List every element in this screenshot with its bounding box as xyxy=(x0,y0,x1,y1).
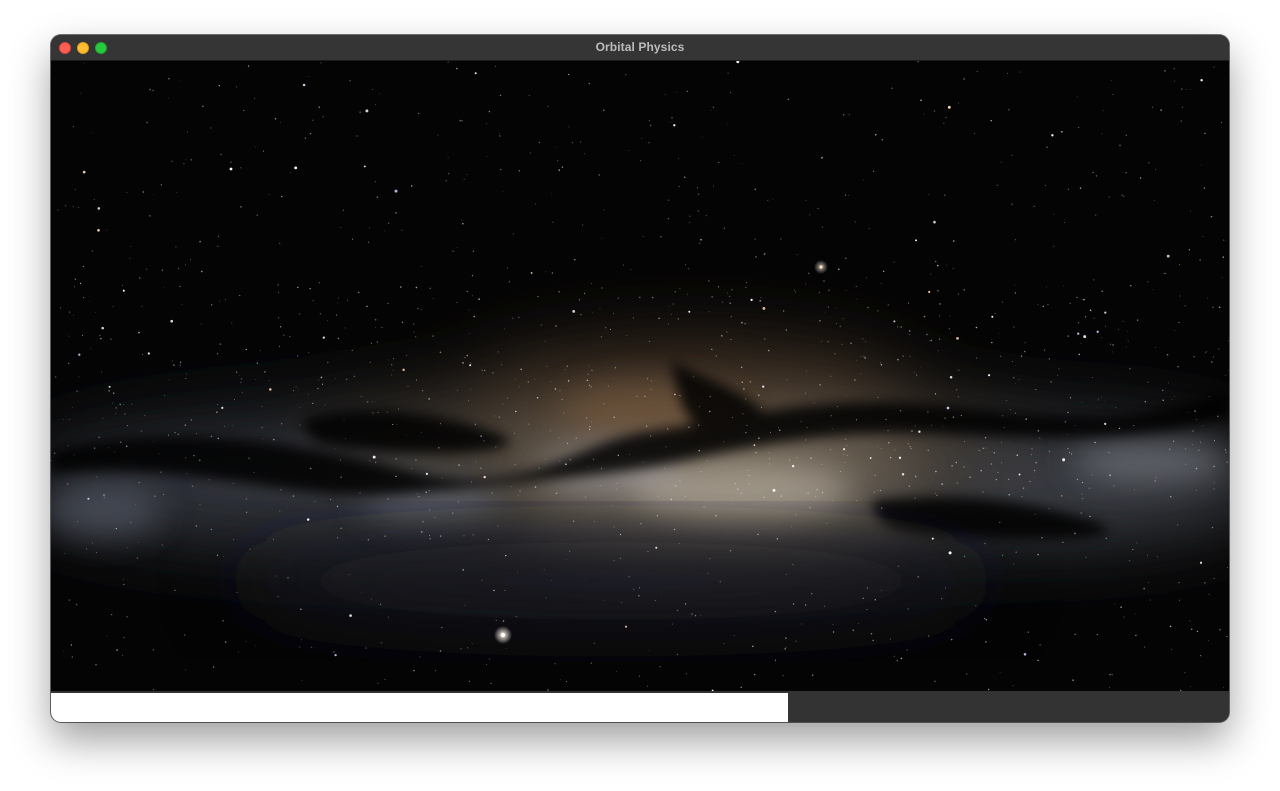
milky-way-background xyxy=(51,61,1229,691)
simulation-viewport[interactable] xyxy=(51,61,1229,691)
title-bar[interactable]: Orbital Physics xyxy=(51,35,1229,61)
progress-bar xyxy=(51,691,1229,722)
window-title: Orbital Physics xyxy=(595,40,685,54)
app-window: Orbital Physics xyxy=(51,35,1229,722)
progress-fill xyxy=(51,693,789,722)
